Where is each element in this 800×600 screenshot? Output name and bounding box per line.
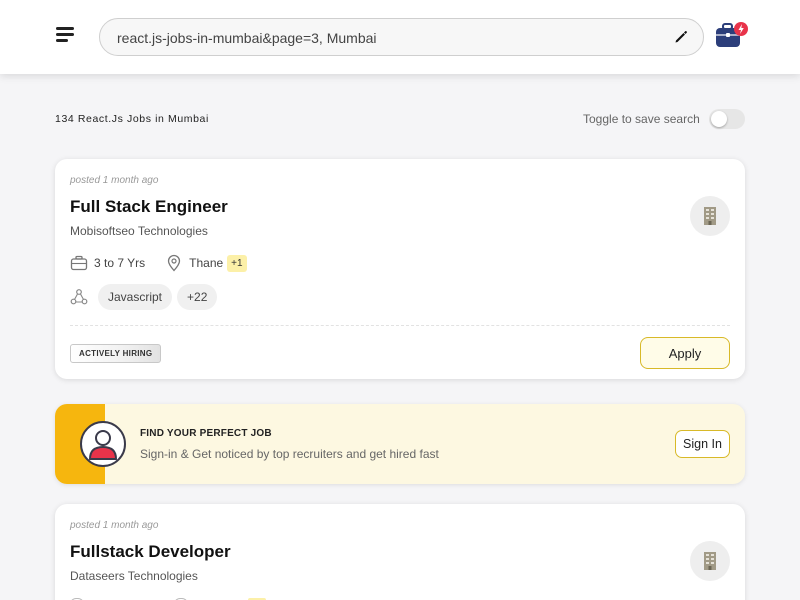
posted-date: posted 1 month ago	[70, 175, 159, 186]
apply-button[interactable]: Apply	[640, 337, 730, 369]
job-location: Thane	[189, 256, 224, 270]
job-card[interactable]: posted 1 month ago Fullstack Developer D…	[55, 504, 745, 600]
skills-network-icon	[70, 289, 88, 305]
skill-chip[interactable]: Javascript	[98, 284, 173, 310]
promo-title: FIND YOUR PERFECT JOB	[140, 428, 272, 439]
promo-subtitle: Sign-in & Get noticed by top recruiters …	[140, 447, 439, 461]
sign-in-button[interactable]: Sign In	[675, 430, 730, 458]
location-pin-icon	[167, 254, 181, 272]
divider	[70, 325, 730, 326]
job-card[interactable]: posted 1 month ago Full Stack Engineer M…	[55, 159, 745, 379]
building-icon	[704, 207, 716, 225]
hamburger-menu-icon[interactable]	[54, 24, 78, 46]
company-logo[interactable]	[690, 541, 730, 581]
posted-date: posted 1 month ago	[70, 520, 159, 531]
search-bar[interactable]: react.js-jobs-in-mumbai&page=3, Mumbai	[99, 18, 704, 56]
skills-row: Javascript +22	[70, 284, 222, 310]
sign-in-promo-banner: FIND YOUR PERFECT JOB Sign-in & Get noti…	[55, 404, 745, 484]
toggle-knob	[711, 111, 727, 127]
top-bar: react.js-jobs-in-mumbai&page=3, Mumbai	[0, 0, 800, 74]
more-skills-chip[interactable]: +22	[177, 284, 218, 310]
experience-range: 3 to 7 Yrs	[94, 256, 146, 270]
save-search-label: Toggle to save search	[583, 112, 700, 126]
save-search-toggle[interactable]	[709, 109, 745, 129]
company-name: Dataseers Technologies	[70, 569, 198, 583]
job-meta: 3 to 7 Yrs Thane +1	[70, 253, 247, 273]
job-title[interactable]: Full Stack Engineer	[70, 197, 228, 217]
pencil-icon[interactable]	[673, 29, 689, 45]
briefcase-notification-icon[interactable]	[714, 21, 748, 51]
company-logo[interactable]	[690, 196, 730, 236]
briefcase-icon	[70, 255, 88, 271]
results-count: 134 React.Js Jobs in Mumbai	[55, 113, 209, 125]
more-locations-badge[interactable]: +1	[227, 254, 247, 272]
company-name: Mobisoftseo Technologies	[70, 224, 208, 238]
building-icon	[704, 552, 716, 570]
user-avatar-icon	[80, 421, 126, 467]
job-title[interactable]: Fullstack Developer	[70, 542, 231, 562]
actively-hiring-badge: ACTIVELY HIRING	[70, 344, 162, 363]
search-query[interactable]: react.js-jobs-in-mumbai&page=3, Mumbai	[117, 30, 377, 46]
